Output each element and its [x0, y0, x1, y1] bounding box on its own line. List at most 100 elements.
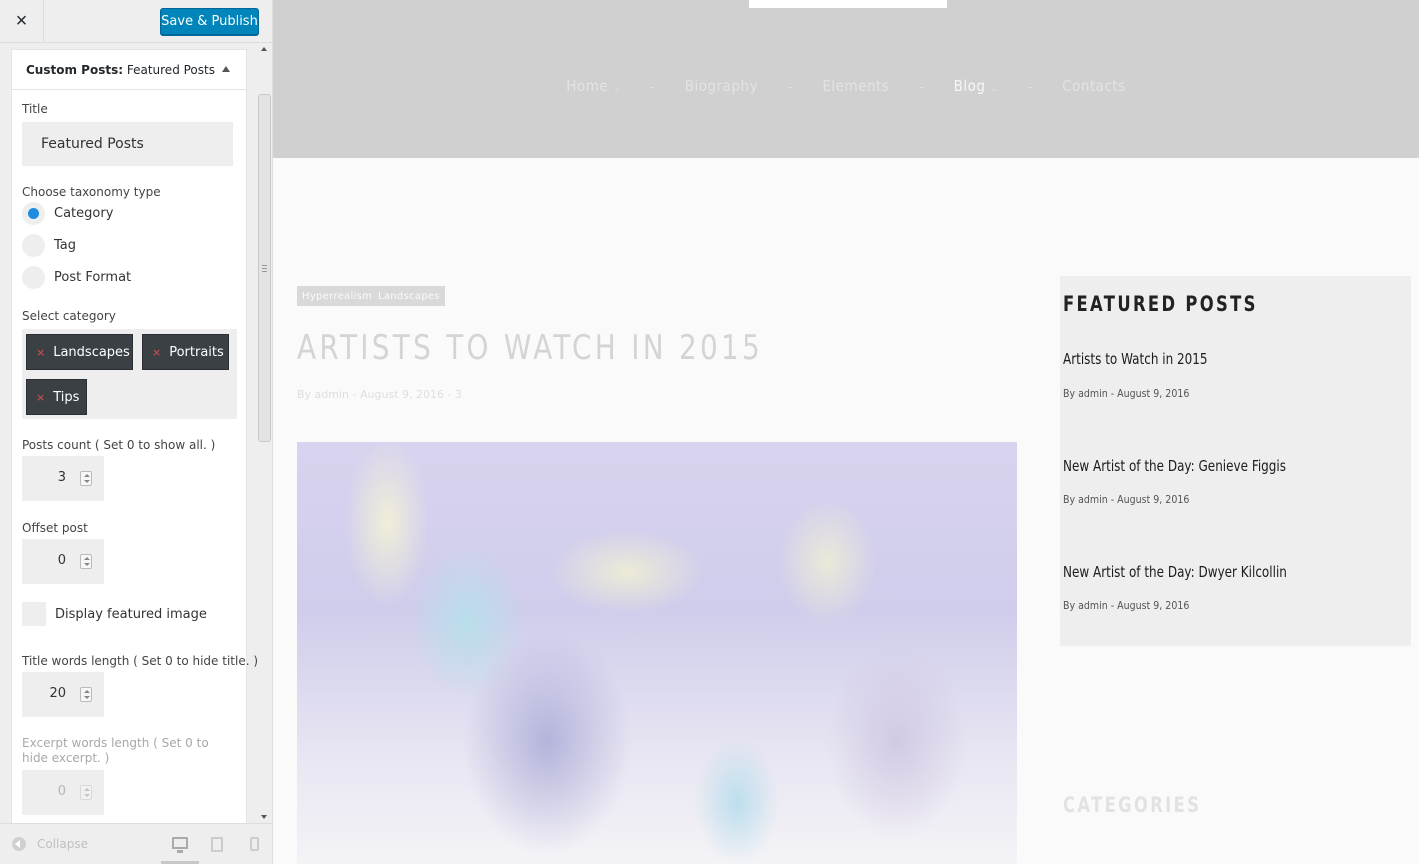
featured-post-meta: By admin - August 9, 2016: [1063, 599, 1190, 612]
nav-separator: -: [919, 78, 924, 94]
taxonomy-label: Choose taxonomy type: [22, 185, 161, 199]
excerpt-words-value: 0: [57, 784, 66, 799]
nav-label: Home: [566, 77, 609, 95]
customizer-header: × Save & Publish: [0, 0, 272, 43]
display-image-option[interactable]: Display featured image: [22, 602, 207, 626]
category-chip-portraits[interactable]: × Portraits: [142, 334, 229, 370]
nav-separator: -: [788, 78, 793, 94]
spinner-icon[interactable]: [80, 554, 92, 569]
offset-stepper[interactable]: 0: [22, 539, 104, 584]
customizer-controls: Custom Posts: Featured Posts Title Featu…: [0, 43, 272, 823]
customizer-sidebar: × Save & Publish Custom Posts: Featured …: [0, 0, 273, 864]
category-label: Select category: [22, 309, 116, 323]
nav-label: Biography: [684, 77, 759, 95]
offset-value: 0: [57, 553, 66, 568]
excerpt-words-stepper[interactable]: 0: [22, 770, 104, 815]
taxonomy-option-post-format[interactable]: Post Format: [22, 266, 131, 289]
scroll-up-icon[interactable]: [261, 47, 267, 51]
taxonomy-option-tag[interactable]: Tag: [22, 234, 76, 257]
posts-count-value: 3: [57, 470, 66, 485]
scroll-down-icon[interactable]: [261, 815, 267, 819]
site-preview: Home ⌄ - Biography - Elements - Blog ⌄ - C…: [273, 0, 1419, 864]
chevron-down-icon: ⌄: [990, 84, 998, 94]
post-meta: By admin - August 9, 2016 - 3: [297, 388, 462, 401]
widget-type: Custom Posts:: [26, 63, 124, 77]
scrollbar-thumb[interactable]: [258, 94, 271, 442]
header-logo-area: [749, 0, 947, 8]
main-nav: Home ⌄ - Biography - Elements - Blog ⌄ - C…: [273, 77, 1419, 95]
nav-label: Blog: [953, 77, 986, 95]
title-field[interactable]: Featured Posts: [22, 122, 233, 166]
chevron-up-icon[interactable]: [222, 66, 230, 72]
taxonomy-option-label: Post Format: [54, 270, 132, 285]
title-label: Title: [22, 102, 48, 116]
radio-icon[interactable]: [22, 234, 45, 257]
featured-posts-heading: FEATURED POSTS: [1063, 292, 1258, 316]
posts-count-stepper[interactable]: 3: [22, 456, 104, 501]
featured-post-title[interactable]: New Artist of the Day: Genieve Figgis: [1063, 457, 1286, 475]
spinner-icon[interactable]: [80, 785, 92, 800]
sidebar-scrollbar[interactable]: [257, 43, 272, 823]
close-button[interactable]: ×: [0, 0, 44, 43]
display-image-label: Display featured image: [55, 606, 207, 622]
collapse-label: Collapse: [37, 837, 88, 851]
remove-icon[interactable]: ×: [152, 346, 161, 359]
post-featured-image[interactable]: [297, 442, 1017, 864]
category-chip-landscapes[interactable]: × Landscapes: [26, 334, 133, 370]
chip-label: Portraits: [169, 344, 224, 360]
spinner-icon[interactable]: [80, 471, 92, 486]
mobile-icon[interactable]: [250, 837, 259, 851]
nav-separator: -: [1027, 78, 1033, 94]
taxonomy-option-label: Category: [54, 206, 114, 221]
featured-posts-widget: FEATURED POSTS Artists to Watch in 2015 …: [1060, 276, 1411, 646]
collapse-icon: [12, 837, 26, 851]
categories-heading: CATEGORIES: [1063, 793, 1202, 817]
post-tag-hyperrealism[interactable]: Hyperrealism: [297, 286, 378, 306]
chip-label: Tips: [53, 389, 80, 405]
site-header: Home ⌄ - Biography - Elements - Blog ⌄ - C…: [273, 0, 1419, 158]
customizer-footer: Collapse: [0, 823, 272, 864]
nav-item-blog[interactable]: Blog ⌄: [954, 77, 998, 95]
post-title[interactable]: ARTISTS TO WATCH IN 2015: [297, 328, 763, 368]
close-icon: ×: [15, 10, 28, 32]
featured-post-title[interactable]: New Artist of the Day: Dwyer Kilcollin: [1063, 563, 1287, 581]
posts-count-label: Posts count ( Set 0 to show all. ): [22, 438, 216, 452]
chevron-down-icon: ⌄: [613, 84, 621, 94]
nav-item-home[interactable]: Home ⌄: [566, 77, 620, 95]
featured-post-meta: By admin - August 9, 2016: [1063, 493, 1190, 506]
nav-item-biography[interactable]: Biography: [685, 77, 758, 95]
nav-separator: -: [650, 78, 655, 94]
nav-item-contacts[interactable]: Contacts: [1062, 77, 1126, 95]
post-tag-landscapes[interactable]: Landscapes: [373, 286, 445, 306]
nav-label: Contacts: [1062, 77, 1126, 95]
custom-posts-widget: Custom Posts: Featured Posts Title Featu…: [11, 49, 258, 823]
radio-icon[interactable]: [22, 266, 45, 289]
widget-name: Featured Posts: [126, 63, 215, 77]
desktop-icon[interactable]: [172, 837, 188, 853]
save-publish-button[interactable]: Save & Publish: [160, 8, 259, 35]
radio-selected-icon[interactable]: [22, 202, 45, 225]
checkbox-icon[interactable]: [22, 602, 46, 626]
title-words-stepper[interactable]: 20: [22, 672, 104, 717]
taxonomy-option-category[interactable]: Category: [22, 202, 113, 225]
taxonomy-option-label: Tag: [54, 238, 77, 253]
nav-label: Elements: [822, 77, 890, 95]
widget-header[interactable]: Custom Posts: Featured Posts: [12, 50, 246, 90]
category-chip-tips[interactable]: × Tips: [26, 379, 87, 415]
offset-label: Offset post: [22, 521, 88, 535]
nav-item-elements[interactable]: Elements: [822, 77, 889, 95]
grip-icon: [262, 265, 267, 272]
tablet-icon[interactable]: [211, 837, 223, 852]
widget-title: Custom Posts: Featured Posts: [26, 63, 215, 77]
featured-post-title[interactable]: Artists to Watch in 2015: [1063, 350, 1208, 368]
chip-label: Landscapes: [53, 344, 130, 360]
collapse-button[interactable]: Collapse: [12, 837, 88, 851]
remove-icon[interactable]: ×: [36, 391, 45, 404]
title-words-value: 20: [49, 686, 66, 701]
spinner-icon[interactable]: [80, 687, 92, 702]
title-words-label: Title words length ( Set 0 to hide title…: [22, 654, 259, 668]
category-select[interactable]: × Landscapes × Portraits × Tips: [22, 329, 237, 419]
remove-icon[interactable]: ×: [36, 346, 45, 359]
featured-post-meta: By admin - August 9, 2016: [1063, 387, 1190, 400]
excerpt-words-label: Excerpt words length ( Set 0 to hide exc…: [22, 736, 209, 765]
